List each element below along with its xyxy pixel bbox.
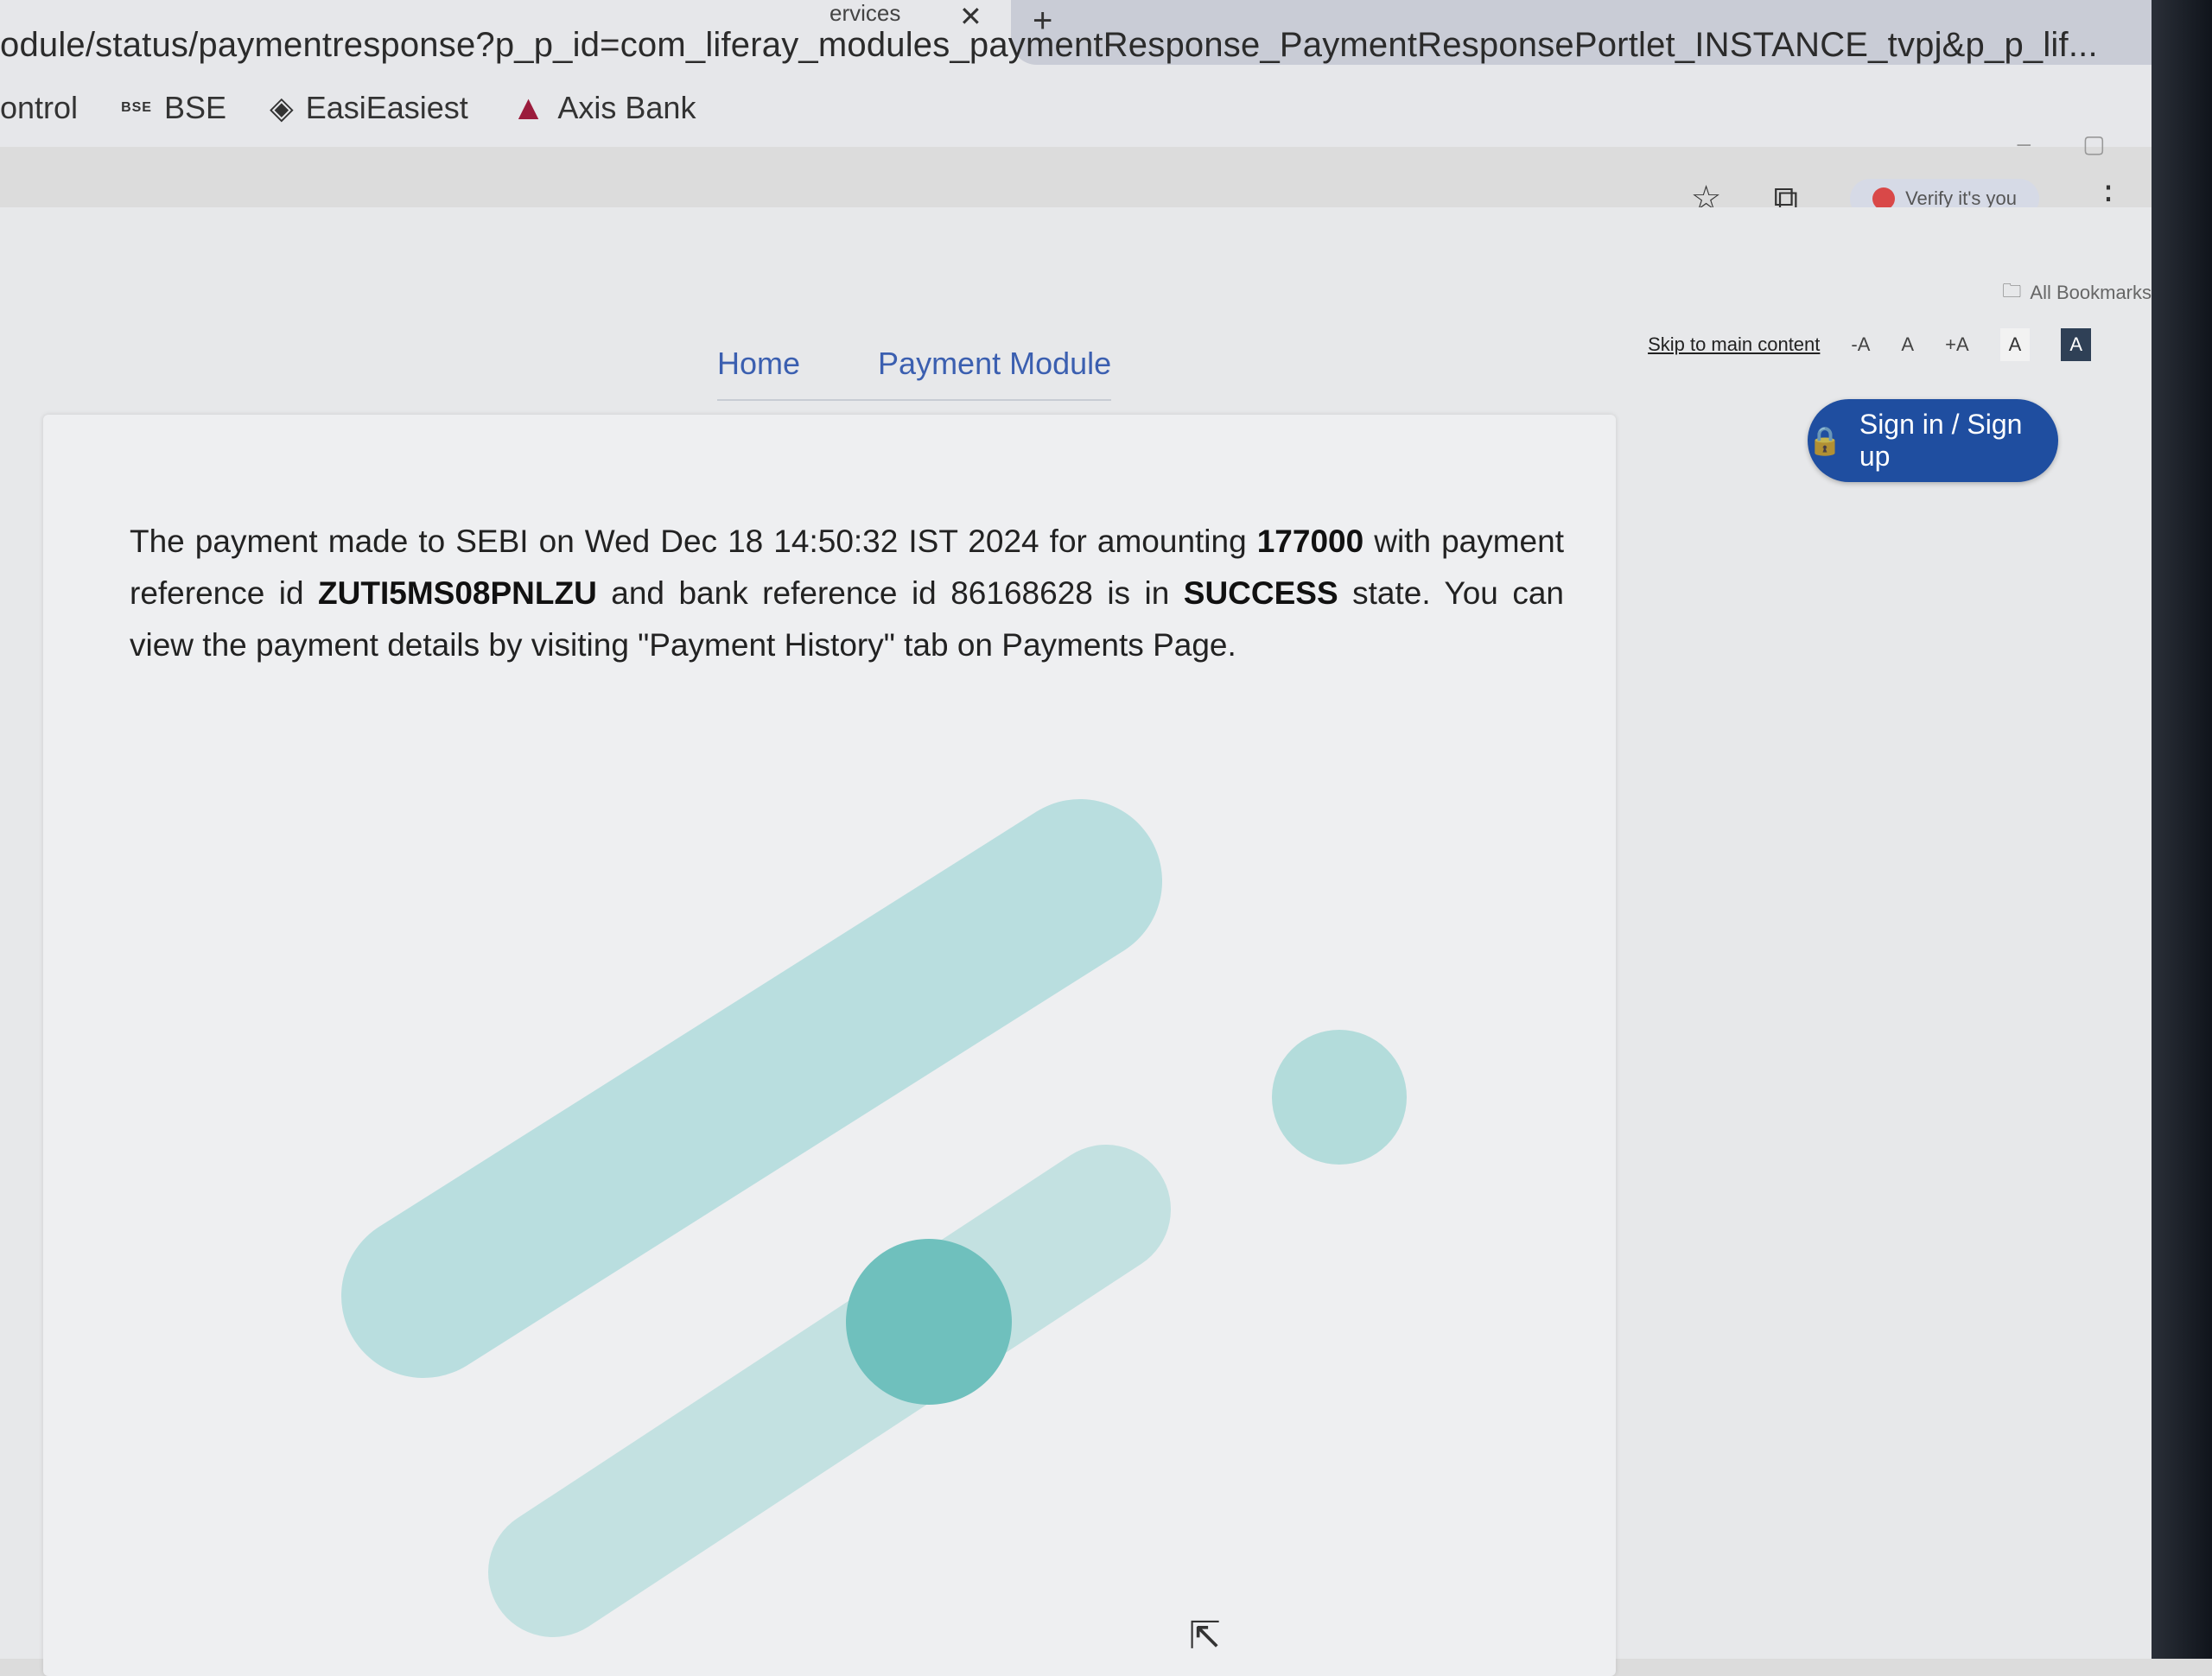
lock-icon: 🔒 [1808,425,1842,456]
bookmark-label: EasiEasiest [305,90,468,125]
bookmark-label: ontrol [0,90,79,125]
bookmark-easiest[interactable]: ◈ EasiEasiest [270,90,468,126]
all-bookmarks-button[interactable]: 🗀 All Bookmarks [2002,276,2152,309]
bookmark-axis-bank[interactable]: ▲ Axis Bank [512,89,696,128]
contrast-light-button[interactable]: A [1999,328,2031,361]
font-increase-button[interactable]: +A [1945,333,1969,356]
deco-circle-small [1272,1030,1407,1165]
contrast-dark-button[interactable]: A [2061,328,2091,361]
all-bookmarks-label: All Bookmarks [2030,282,2152,303]
axis-bank-logo-icon: ▲ [511,88,546,127]
payment-response-card: The payment made to SEBI on Wed Dec 18 1… [43,415,1616,1676]
skip-to-main-link[interactable]: Skip to main content [1648,333,1820,356]
folder-icon: 🗀 [2002,280,2022,302]
deco-bar-lower [488,1145,1171,1637]
bookmark-label: BSE [163,90,227,125]
address-bar-url: odule/status/paymentresponse?p_p_id=com_… [0,26,2098,64]
restore-icon[interactable]: ▢ [2082,130,2105,158]
mouse-cursor-icon: ⇱ [1189,1615,1221,1657]
bookmark-control[interactable]: ontrol [0,90,78,126]
bookmark-label: Axis Bank [557,90,696,125]
monitor-bezel [2152,0,2212,1659]
nav-home-link[interactable]: Home [717,346,800,382]
diamond-icon: ◈ [270,90,294,125]
deco-circle-dark [846,1239,1012,1405]
page-content: Skip to main content -A A +A A A Home Pa… [0,207,2212,1676]
accessibility-bar: Skip to main content -A A +A A A [1648,328,2091,361]
nav-payment-module-link[interactable]: Payment Module [878,346,1111,382]
sign-in-label: Sign in / Sign up [1859,409,2023,472]
main-nav: Home Payment Module [717,346,1112,401]
minimize-icon[interactable]: – [2017,130,2031,158]
bookmark-bse[interactable]: BSE BSE [121,90,226,126]
font-decrease-button[interactable]: -A [1851,333,1870,356]
font-normal-button[interactable]: A [1901,333,1914,356]
bse-logo-icon: BSE [121,100,152,115]
decorative-illustration [341,799,1407,1637]
sign-in-button[interactable]: 🔒 Sign in / Sign up [1808,399,2058,482]
address-bar[interactable]: odule/status/paymentresponse?p_p_id=com_… [0,19,2098,71]
bookmarks-bar: ontrol BSE BSE ◈ EasiEasiest ▲ Axis Bank [0,78,696,138]
